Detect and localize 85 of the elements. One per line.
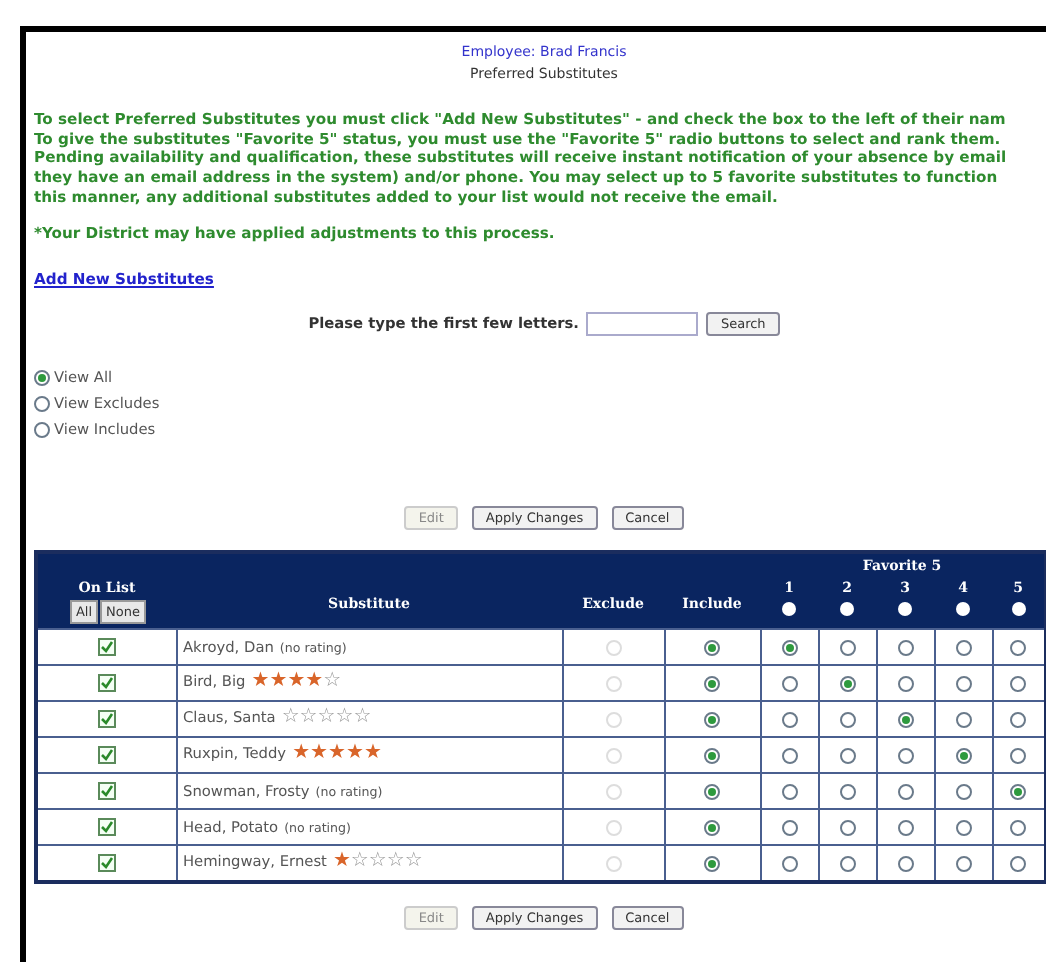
favorite-radio[interactable] [897,639,913,656]
checkbox[interactable] [97,637,116,656]
star-icon: ☆ [281,708,300,729]
star-icon: ☆ [335,708,354,729]
checkbox[interactable] [97,853,116,872]
include-radio[interactable] [704,747,720,764]
favorite-radio[interactable] [897,783,913,800]
favorite-radio[interactable] [839,855,855,872]
star-icon: ★ [345,744,364,765]
exclude-radio[interactable] [605,783,621,800]
star-icon: ★ [363,744,382,765]
star-icon: ☆ [323,672,342,693]
exclude-radio[interactable] [605,639,621,656]
rank-dot-icon[interactable] [1011,601,1026,616]
favorite-radio[interactable] [839,675,855,692]
favorite-radio[interactable] [955,855,971,872]
favorite-radio[interactable] [781,819,797,836]
favorite-radio[interactable] [1010,639,1027,656]
exclude-radio[interactable] [605,675,621,692]
favorite-radio[interactable] [897,675,913,692]
include-radio[interactable] [704,783,720,800]
favorite-radio[interactable] [1010,855,1027,872]
favorite-radio[interactable] [839,711,855,728]
exclude-radio[interactable] [605,855,621,872]
include-radio[interactable] [704,855,720,872]
favorite-radio[interactable] [955,783,971,800]
star-icon: ☆ [404,852,423,873]
exclude-radio[interactable] [605,819,621,836]
star-icon: ★ [305,672,324,693]
include-radio[interactable] [704,639,720,656]
radio-icon[interactable] [34,421,50,438]
star-icon: ★ [269,672,288,693]
star-icon: ★ [287,672,306,693]
checkbox[interactable] [97,781,116,800]
rank-dot-icon[interactable] [956,601,970,616]
favorite-radio[interactable] [839,783,855,800]
checkbox[interactable] [97,673,116,692]
star-icon: ☆ [368,852,387,873]
star-icon: ☆ [386,852,405,873]
star-icon: ★ [310,744,328,765]
checkbox[interactable] [97,745,116,764]
radio-icon[interactable] [34,369,50,386]
favorite-radio[interactable] [781,747,797,764]
star-icon: ☆ [299,708,318,729]
favorite-radio[interactable] [839,819,855,836]
favorite-radio[interactable] [955,675,971,692]
favorite-radio[interactable] [839,639,855,656]
favorite-radio[interactable] [781,783,797,800]
include-radio[interactable] [704,675,720,692]
favorite-radio[interactable] [1010,819,1027,836]
favorite-radio[interactable] [781,639,797,656]
favorite-radio[interactable] [897,855,913,872]
favorite-radio[interactable] [781,855,797,872]
favorite-radio[interactable] [1010,675,1027,692]
star-icon: ★ [251,672,270,693]
favorite-radio[interactable] [1010,711,1027,728]
favorite-radio[interactable] [839,747,855,764]
star-icon: ☆ [353,708,372,729]
favorite-radio[interactable] [781,675,797,692]
search-field[interactable] [586,311,699,336]
include-radio[interactable] [704,819,720,836]
favorite-radio[interactable] [897,747,913,764]
favorite-radio[interactable] [1010,747,1027,764]
rank-dot-icon[interactable] [782,601,796,616]
exclude-radio[interactable] [605,711,621,728]
favorite-radio[interactable] [897,819,913,836]
checkbox[interactable] [97,709,116,728]
star-icon: ★ [332,852,351,873]
favorite-radio[interactable] [955,711,971,728]
star-icon: ☆ [317,708,336,729]
checkbox[interactable] [97,817,116,836]
rank-dot-icon[interactable] [840,601,854,616]
favorite-radio[interactable] [955,819,971,836]
favorite-radio[interactable] [1010,783,1027,800]
rank-dot-icon[interactable] [898,601,912,616]
exclude-radio[interactable] [605,747,621,764]
star-icon: ★ [328,744,346,765]
star-icon: ★ [292,744,311,765]
favorite-radio[interactable] [781,711,797,728]
radio-icon[interactable] [34,395,50,412]
favorite-radio[interactable] [955,747,971,764]
favorite-radio[interactable] [955,639,971,656]
favorite-radio[interactable] [897,711,913,728]
star-icon: ☆ [350,852,369,873]
include-radio[interactable] [704,711,720,728]
